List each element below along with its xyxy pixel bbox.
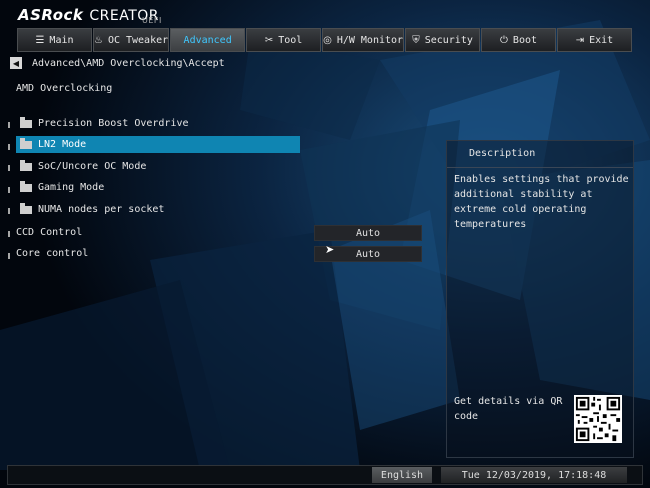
menu-item-gaming-mode[interactable]: Gaming Mode [16,179,300,196]
ccd-control-select[interactable]: Auto [314,225,422,241]
tools-icon: ✂ [264,34,274,46]
item-marker [8,165,10,171]
page-title: AMD Overclocking [16,83,113,94]
folder-icon [20,137,32,149]
core-control-label: Core control [16,248,89,259]
tab-main[interactable]: ☰ Main [17,28,92,52]
tab-oc-tweaker[interactable]: ♨ OC Tweaker [92,28,170,52]
qr-caption: Get details via QR code [454,396,563,422]
shield-icon: ⛨ [412,34,420,46]
monitor-icon: ◎ [323,34,332,46]
item-marker [8,122,10,128]
item-marker [8,231,10,237]
main-tab-bar: ☰ Main ♨ OC Tweaker Advanced ✂ Tool ◎ H/W Mo… [17,28,633,52]
mouse-cursor-icon: ➤ [325,243,335,256]
folder-icon [20,202,32,214]
item-marker [8,208,10,214]
back-arrow-icon[interactable]: ◀ [10,57,22,69]
ccd-control-label: CCD Control [16,227,83,238]
exit-icon: ⇥ [575,34,585,46]
tab-boot[interactable]: ⏻ Boot [481,28,556,52]
folder-icon [20,180,32,192]
description-panel: Description Enables settings that provid… [446,140,634,458]
brand-suffix: UEFI [142,16,162,25]
item-marker [8,144,10,150]
menu-item-ln2-mode[interactable]: LN2 Mode [16,136,300,153]
brand-name: ASRock [18,6,84,24]
item-marker [8,253,10,259]
datetime-display: Tue 12/03/2019, 17:18:48 [441,467,627,483]
tab-security[interactable]: ⛨ Security [405,28,481,52]
menu-item-numa-nodes[interactable]: NUMA nodes per socket [16,201,300,218]
item-marker [8,187,10,193]
tab-exit[interactable]: ⇥ Exit [557,28,632,52]
menu-item-soc-uncore-oc-mode[interactable]: SoC/Uncore OC Mode [16,158,300,175]
folder-icon [20,116,32,128]
menu-item-precision-boost-overdrive[interactable]: Precision Boost Overdrive [16,115,300,132]
breadcrumb-path: Advanced\AMD Overclocking\Accept [32,57,225,69]
qr-code-icon [574,395,622,443]
description-title: Description [469,148,536,159]
brand-logo: ASRock CREATOR UEFI [18,6,162,25]
language-button[interactable]: English [372,467,432,483]
power-icon: ⏻ [500,34,508,46]
tab-hw-monitor[interactable]: ◎ H/W Monitor [322,28,405,52]
breadcrumb: ◀ Advanced\AMD Overclocking\Accept [10,57,225,69]
tab-advanced[interactable]: Advanced [170,28,246,52]
list-icon: ☰ [35,34,45,46]
description-text: Enables settings that provide additional… [454,174,629,230]
tab-tool[interactable]: ✂ Tool [246,28,322,52]
divider [447,167,633,168]
flame-icon: ♨ [93,34,103,46]
folder-icon [20,159,32,171]
